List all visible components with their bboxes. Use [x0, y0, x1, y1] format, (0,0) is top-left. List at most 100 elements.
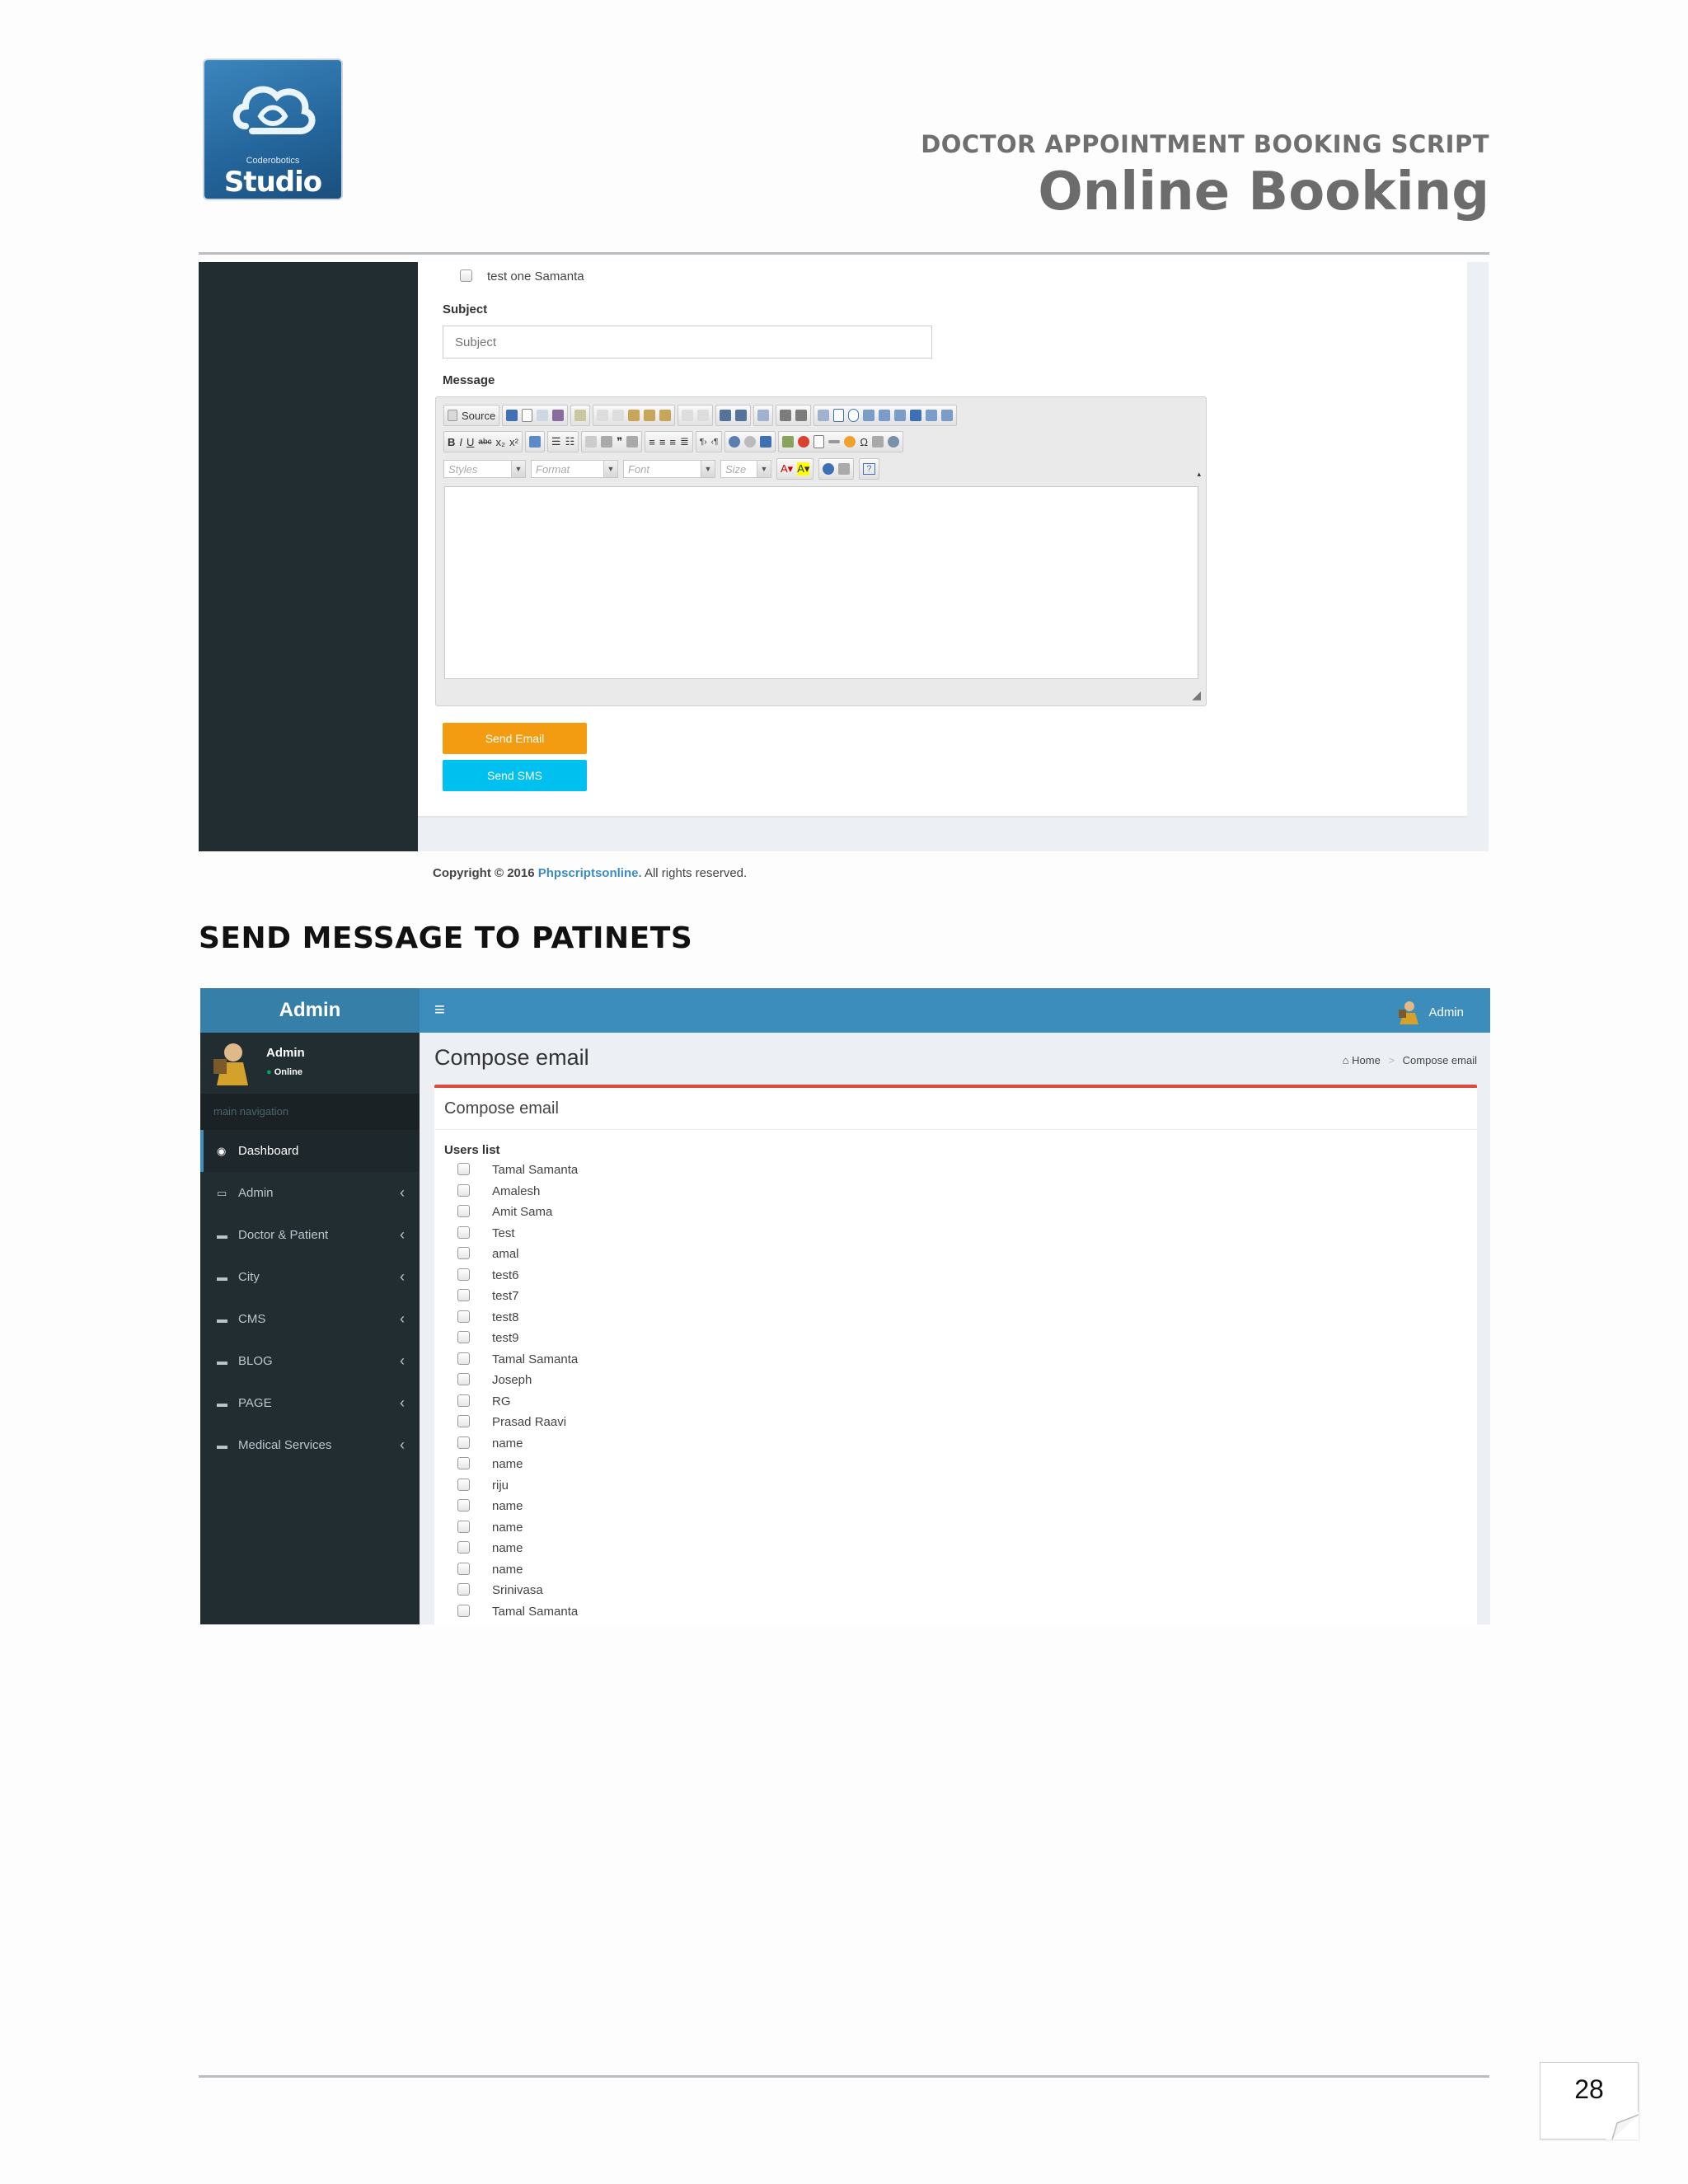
user-name: Test: [492, 1226, 515, 1240]
styles-combo[interactable]: Styles ▼: [443, 460, 526, 478]
panel-status-label: Online: [274, 1067, 302, 1077]
subject-input[interactable]: [443, 326, 932, 359]
user-checkbox[interactable]: [457, 1310, 470, 1323]
sidebar-item-blog[interactable]: ▬ BLOG ‹: [200, 1340, 420, 1382]
page-number-box: 28: [1540, 2062, 1639, 2139]
find-tools[interactable]: [715, 405, 752, 426]
direction-tools[interactable]: ¶› ‹¶: [695, 431, 723, 452]
user-checkbox[interactable]: [457, 1520, 470, 1533]
sidebar-item-label: Admin: [238, 1186, 274, 1200]
user-checkbox[interactable]: [457, 1163, 470, 1175]
chevron-left-icon: ‹: [400, 1436, 405, 1453]
undo-tools[interactable]: [678, 405, 714, 426]
list-tools[interactable]: ☰ ☷: [546, 431, 579, 452]
document-tools[interactable]: [502, 405, 569, 426]
flash-icon: [798, 436, 810, 448]
align-right-icon: ≡: [669, 435, 677, 448]
user-name: name: [492, 1499, 523, 1513]
basic-styles[interactable]: B I Uabc x₂ x²: [443, 431, 523, 452]
sidebar-item-medical-services[interactable]: ▬ Medical Services ‹: [200, 1424, 420, 1466]
div-icon: [626, 436, 639, 448]
user-checkbox[interactable]: [457, 1499, 470, 1511]
nav-header: main navigation: [200, 1094, 420, 1130]
brand-logo[interactable]: Admin: [200, 988, 420, 1033]
color-tools[interactable]: A▾ A▾: [776, 458, 814, 480]
section-heading: SEND MESSAGE TO PATINETS: [199, 921, 693, 955]
sidebar-item-cms[interactable]: ▬ CMS ‹: [200, 1298, 420, 1340]
sidebar-item-page[interactable]: ▬ PAGE ‹: [200, 1382, 420, 1424]
user-checkbox[interactable]: [457, 1183, 470, 1197]
source-button[interactable]: Source: [443, 405, 500, 426]
breadcrumb-home[interactable]: Home: [1352, 1054, 1381, 1066]
sidebar-item-label: PAGE: [238, 1396, 272, 1410]
sidebar-item-admin[interactable]: ▭ Admin ‹: [200, 1172, 420, 1214]
spell-tools[interactable]: [776, 405, 812, 426]
remove-format-tools[interactable]: [524, 431, 545, 452]
user-checkbox[interactable]: [457, 1478, 470, 1491]
user-name: Tamal Samanta: [492, 1604, 579, 1619]
user-checkbox[interactable]: [457, 1583, 470, 1596]
text-color-icon: A▾: [781, 462, 794, 475]
user-checkbox[interactable]: [457, 1457, 470, 1469]
page-break-icon: [872, 436, 884, 448]
user-checkbox[interactable]: [457, 1562, 470, 1575]
sidebar-item-label: Medical Services: [238, 1438, 332, 1452]
indent-tools[interactable]: ❞: [581, 431, 643, 452]
copyright-link[interactable]: Phpscriptsonline.: [538, 866, 642, 880]
textarea-icon: [879, 410, 891, 421]
user-checkbox[interactable]: [457, 1226, 470, 1239]
user-checkbox[interactable]: [460, 269, 472, 282]
panel-status: ● Online: [266, 1067, 302, 1077]
font-combo[interactable]: Font ▼: [623, 460, 715, 478]
link-tools[interactable]: [724, 431, 776, 452]
document-subtitle: Online Booking: [1038, 162, 1489, 223]
sidebar: Admin ● Online main navigation ◉ Dashboar…: [200, 1033, 420, 1624]
view-tools[interactable]: [818, 458, 855, 480]
save-icon: [506, 410, 518, 421]
form-tools[interactable]: [814, 405, 958, 426]
sidebar-item-doctor-patient[interactable]: ▬ Doctor & Patient ‹: [200, 1214, 420, 1256]
select-tools[interactable]: [753, 405, 774, 426]
format-combo[interactable]: Format ▼: [531, 460, 618, 478]
user-checkbox[interactable]: [457, 1604, 470, 1617]
user-checkbox[interactable]: [457, 1373, 470, 1385]
user-name: name: [492, 1520, 523, 1535]
align-tools[interactable]: ≡ ≡ ≡ ≣: [645, 431, 693, 452]
send-sms-button[interactable]: Send SMS: [443, 760, 587, 791]
template-tools[interactable]: [570, 405, 591, 426]
image-icon: [782, 436, 795, 448]
user-checkbox[interactable]: [457, 1394, 470, 1407]
user-checkbox[interactable]: [457, 1436, 470, 1449]
resize-handle-icon[interactable]: ◢: [1192, 688, 1201, 702]
user-name: Tamal Samanta: [492, 1352, 579, 1366]
sidebar-toggle-icon[interactable]: ≡: [434, 999, 445, 1020]
user-checkbox[interactable]: [457, 1289, 470, 1301]
sidebar-item-dashboard[interactable]: ◉ Dashboard: [200, 1130, 420, 1172]
size-combo[interactable]: Size ▼: [720, 460, 771, 478]
user-checkbox[interactable]: [457, 1415, 470, 1427]
send-email-button[interactable]: Send Email: [443, 723, 587, 754]
user-name: RG: [492, 1394, 511, 1408]
smiley-icon: [844, 436, 856, 448]
user-menu[interactable]: Admin: [1397, 1000, 1464, 1024]
editor-content-area[interactable]: [444, 486, 1198, 679]
collapse-toolbar-icon[interactable]: ▴: [1197, 470, 1201, 479]
clipboard-tools[interactable]: [593, 405, 676, 426]
chevron-left-icon: ‹: [400, 1394, 405, 1411]
panel-user-name: Admin: [266, 1046, 305, 1060]
user-checkbox[interactable]: [457, 1541, 470, 1554]
user-checkbox[interactable]: [457, 1247, 470, 1259]
user-name: test9: [492, 1331, 519, 1345]
user-checkbox[interactable]: [457, 1205, 470, 1217]
user-checkbox[interactable]: [457, 1268, 470, 1281]
logo-small-text: Coderobotics: [246, 156, 300, 166]
insert-tools[interactable]: Ω: [778, 431, 904, 452]
user-checkbox[interactable]: [457, 1352, 470, 1365]
about-tools[interactable]: ?: [859, 458, 879, 480]
sidebar-item-city[interactable]: ▬ City ‹: [200, 1256, 420, 1298]
page-number: 28: [1574, 2074, 1604, 2104]
user-checkbox[interactable]: [457, 1331, 470, 1343]
breadcrumb-current: Compose email: [1402, 1054, 1477, 1066]
redo-icon: [697, 410, 710, 421]
dropdown-arrow-icon: ▼: [511, 461, 525, 477]
